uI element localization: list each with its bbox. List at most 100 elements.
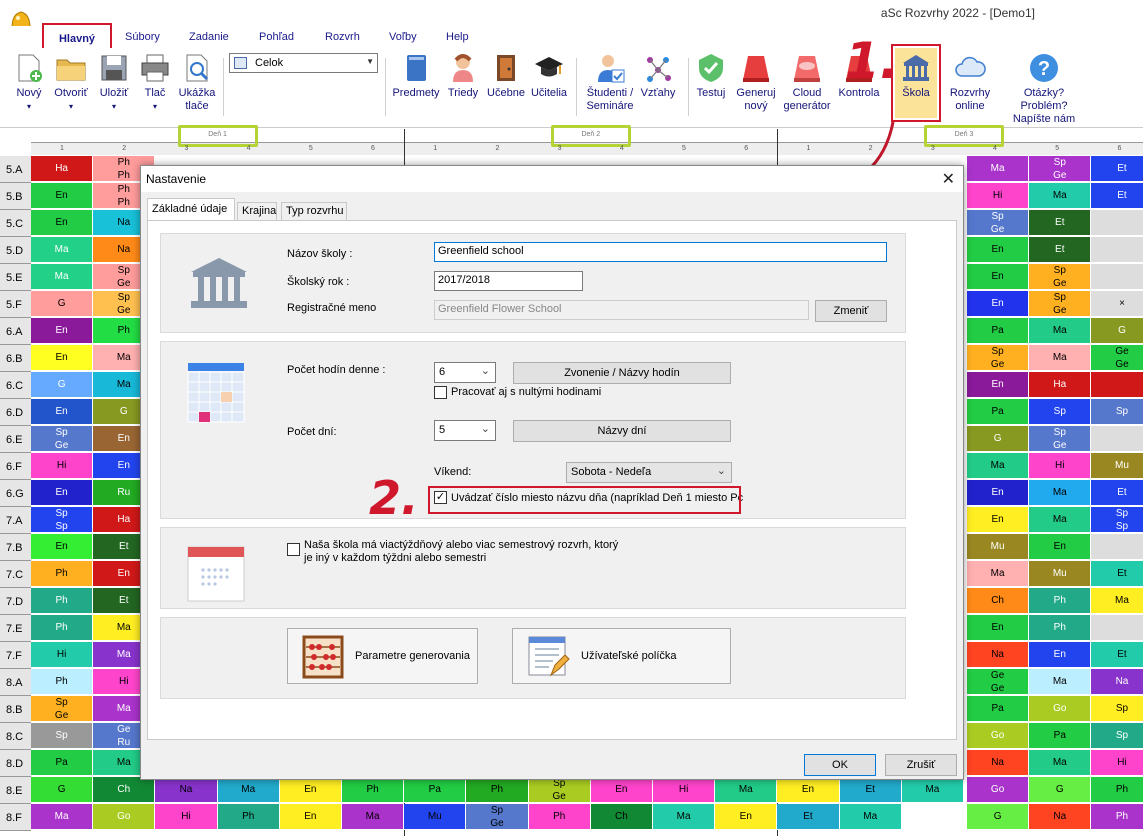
lesson-cell[interactable]: Ma — [217, 777, 280, 803]
class-row-label[interactable]: 5.B — [0, 183, 31, 210]
help-contact-button[interactable]: ? Otázky? Problém? Napíšte nám — [1000, 52, 1088, 126]
lesson-cell[interactable]: En — [31, 534, 94, 560]
lesson-cell[interactable]: Sp Ge — [1029, 291, 1092, 317]
lesson-cell[interactable]: Ph — [528, 804, 591, 830]
lesson-cell[interactable]: En — [967, 291, 1030, 317]
class-row-label[interactable]: 5.F — [0, 291, 31, 318]
lesson-cell[interactable]: Ma — [31, 264, 94, 290]
classes-button[interactable]: Triedy — [445, 52, 481, 100]
lesson-cell[interactable]: En — [967, 507, 1030, 533]
lesson-cell[interactable]: Sp Ge — [967, 345, 1030, 371]
lesson-cell[interactable]: Ma — [1029, 318, 1092, 344]
lesson-cell[interactable]: En — [777, 777, 840, 803]
lesson-cell[interactable]: Ma — [967, 156, 1030, 182]
lesson-cell[interactable]: Go — [967, 777, 1030, 803]
lesson-cell[interactable]: Sp Ge — [466, 804, 529, 830]
lesson-cell[interactable]: Sp Ge — [31, 426, 94, 452]
lesson-cell[interactable]: Sp Ge — [1029, 264, 1092, 290]
lesson-cell[interactable]: Hi — [967, 183, 1030, 209]
lesson-cell[interactable]: Ph — [31, 561, 94, 587]
class-row-label[interactable]: 6.B — [0, 345, 31, 372]
close-icon[interactable]: ✕ — [942, 169, 955, 189]
lesson-cell[interactable]: Hi — [155, 804, 218, 830]
lesson-cell[interactable]: Ch — [590, 804, 653, 830]
lesson-cell[interactable]: Ma — [31, 237, 94, 263]
lesson-cell[interactable]: Et — [1029, 210, 1092, 236]
lesson-cell[interactable]: Na — [967, 642, 1030, 668]
lesson-cell[interactable]: Mu — [1091, 453, 1143, 479]
class-row-label[interactable]: 8.A — [0, 669, 31, 696]
lesson-cell[interactable]: Ph — [342, 777, 405, 803]
lesson-cell[interactable]: En — [967, 264, 1030, 290]
lesson-cell[interactable]: Et — [777, 804, 840, 830]
user-fields-button[interactable]: Užívateľské políčka — [512, 628, 731, 684]
lesson-cell[interactable] — [1091, 534, 1143, 560]
lesson-cell[interactable] — [1091, 210, 1143, 236]
lesson-cell[interactable]: Sp — [1029, 399, 1092, 425]
class-row-label[interactable]: 7.D — [0, 588, 31, 615]
lesson-cell[interactable]: Ma — [31, 804, 94, 830]
lesson-cell[interactable]: Sp — [31, 723, 94, 749]
lesson-cell[interactable]: Pa — [31, 750, 94, 776]
lesson-cell[interactable] — [1091, 426, 1143, 452]
lesson-cell[interactable]: Ph — [31, 615, 94, 641]
bells-button[interactable]: Zvonenie / Názvy hodín — [513, 362, 731, 384]
lesson-cell[interactable]: Ha — [1029, 372, 1092, 398]
lesson-cell[interactable]: Na — [155, 777, 218, 803]
ok-button[interactable]: OK — [804, 754, 876, 776]
lesson-cell[interactable]: Et — [1091, 480, 1143, 506]
multiweek-checkbox[interactable] — [287, 543, 300, 556]
subjects-button[interactable]: Predmety — [390, 52, 442, 100]
lesson-cell[interactable]: En — [715, 804, 778, 830]
lesson-cell[interactable]: Mu — [1029, 561, 1092, 587]
lesson-cell[interactable]: En — [31, 399, 94, 425]
lesson-cell[interactable]: Ma — [1029, 480, 1092, 506]
lesson-cell[interactable]: En — [279, 804, 342, 830]
relations-button[interactable]: Vzťahy — [638, 52, 678, 100]
lesson-cell[interactable]: En — [279, 777, 342, 803]
class-row-label[interactable]: 8.E — [0, 777, 31, 804]
open-button[interactable]: Otvoriť ▾ — [50, 52, 92, 113]
lesson-cell[interactable]: Pa — [404, 777, 467, 803]
generation-parameters-button[interactable]: Parametre generovania — [287, 628, 478, 684]
test-button[interactable]: Testuj — [693, 52, 729, 100]
classrooms-button[interactable]: Učebne — [485, 52, 527, 100]
class-row-label[interactable]: 5.D — [0, 237, 31, 264]
lesson-cell[interactable]: G — [1029, 777, 1092, 803]
lesson-cell[interactable]: Hi — [1091, 750, 1143, 776]
class-row-label[interactable]: 7.A — [0, 507, 31, 534]
online-timetables-button[interactable]: Rozvrhy online — [946, 52, 994, 113]
class-row-label[interactable]: 6.E — [0, 426, 31, 453]
class-row-label[interactable]: 6.C — [0, 372, 31, 399]
class-row-label[interactable]: 7.F — [0, 642, 31, 669]
lesson-cell[interactable]: Ma — [1029, 750, 1092, 776]
class-row-label[interactable]: 5.A — [0, 156, 31, 183]
lesson-cell[interactable]: Sp Ge — [528, 777, 591, 803]
lesson-cell[interactable]: Ch — [93, 777, 156, 803]
lesson-cell[interactable]: Ma — [967, 561, 1030, 587]
tab-subory[interactable]: Súbory — [125, 31, 160, 43]
lesson-cell[interactable]: Hi — [653, 777, 716, 803]
teachers-button[interactable]: Učitelia — [528, 52, 570, 100]
lesson-cell[interactable]: G — [967, 804, 1030, 830]
lesson-cell[interactable]: Ma — [967, 453, 1030, 479]
lesson-cell[interactable]: En — [967, 372, 1030, 398]
lesson-cell[interactable]: Ph — [1029, 588, 1092, 614]
lesson-cell[interactable]: Mu — [404, 804, 467, 830]
lesson-cell[interactable]: Et — [1091, 642, 1143, 668]
lesson-cell[interactable]: Ge Ge — [967, 669, 1030, 695]
lesson-cell[interactable]: Ph — [1091, 777, 1143, 803]
lesson-cell[interactable]: En — [590, 777, 653, 803]
lesson-cell[interactable]: Et — [1091, 183, 1143, 209]
lesson-cell[interactable]: Go — [967, 723, 1030, 749]
lesson-cell[interactable]: Hi — [31, 453, 94, 479]
lesson-cell[interactable]: Ph — [217, 804, 280, 830]
lesson-cell[interactable]: Go — [1029, 696, 1092, 722]
class-row-label[interactable]: 7.E — [0, 615, 31, 642]
tab-volby[interactable]: Voľby — [389, 31, 417, 43]
lesson-cell[interactable]: Ph — [31, 588, 94, 614]
lesson-cell[interactable]: Sp — [1091, 399, 1143, 425]
lesson-cell[interactable]: Hi — [31, 642, 94, 668]
class-row-label[interactable]: 8.D — [0, 750, 31, 777]
print-preview-button[interactable]: Ukážka tlače — [176, 52, 218, 113]
